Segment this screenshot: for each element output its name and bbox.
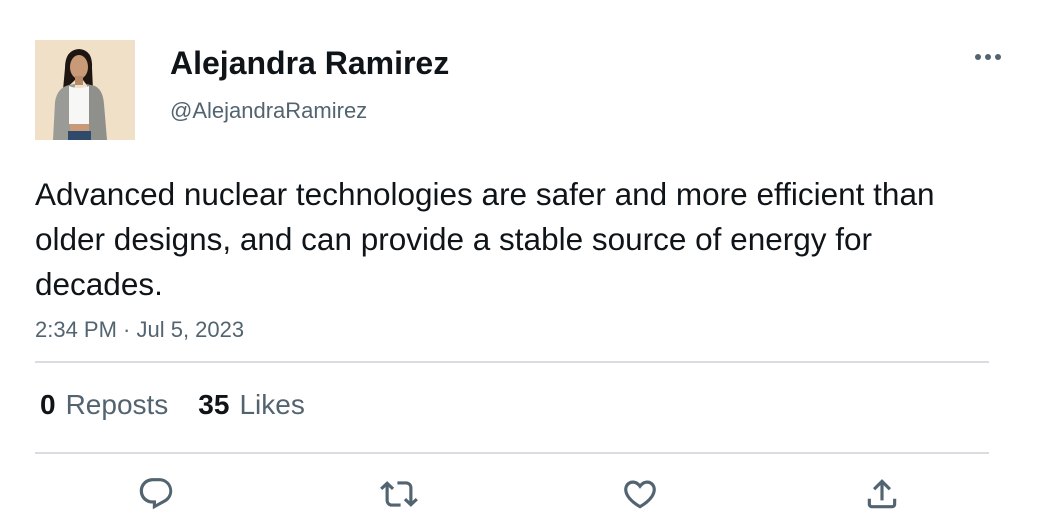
reposts-label: Reposts	[65, 389, 169, 420]
avatar[interactable]	[35, 40, 135, 140]
likes-label: Likes	[239, 389, 305, 420]
like-button[interactable]	[620, 474, 660, 514]
repost-button[interactable]	[379, 474, 419, 514]
reply-button[interactable]	[136, 474, 176, 514]
reply-icon	[139, 478, 173, 510]
share-icon	[867, 479, 897, 509]
tweet-timestamp[interactable]: 2:34 PM · Jul 5, 2023	[35, 316, 244, 344]
avatar-photo-icon	[35, 40, 135, 140]
heart-icon	[624, 480, 656, 509]
reposts-count: 0	[40, 389, 56, 420]
divider	[35, 361, 989, 363]
share-button[interactable]	[862, 474, 902, 514]
reposts-stat[interactable]: 0 Reposts	[40, 388, 168, 422]
engagement-stats: 0 Reposts 35 Likes	[40, 388, 335, 422]
author-display-name[interactable]: Alejandra Ramirez	[170, 44, 449, 82]
tweet-card: Alejandra Ramirez @AlejandraRamirez Adva…	[0, 0, 1050, 525]
likes-stat[interactable]: 35 Likes	[198, 388, 305, 422]
divider	[35, 452, 989, 454]
likes-count: 35	[198, 389, 230, 420]
repost-icon	[380, 481, 418, 507]
tweet-text: Advanced nuclear technologies are safer …	[35, 176, 935, 302]
author-handle[interactable]: @AlejandraRamirez	[170, 97, 367, 125]
more-options-icon	[975, 54, 1001, 60]
more-options-button[interactable]	[972, 46, 1004, 68]
